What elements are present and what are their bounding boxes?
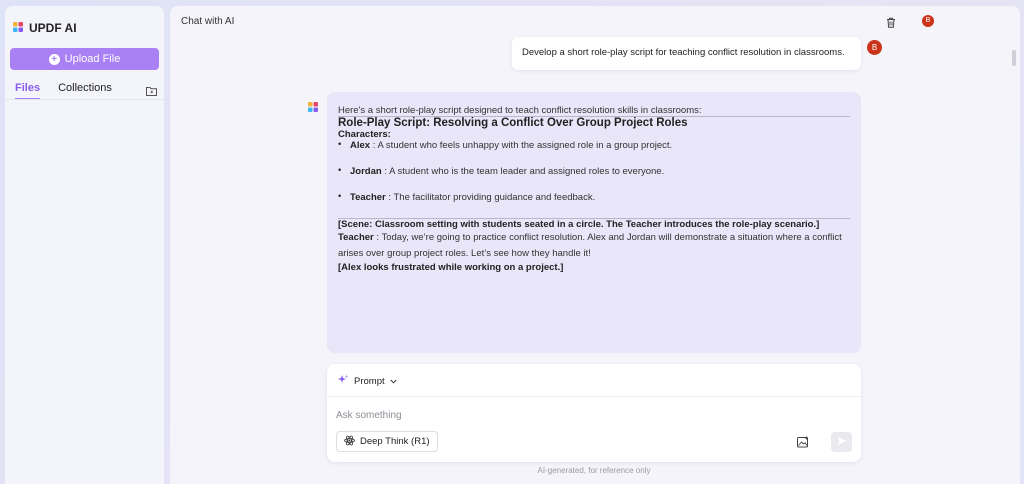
- list-item: Teacher : The facilitator providing guid…: [338, 191, 850, 203]
- chevron-down-icon: [390, 376, 397, 387]
- brand: UPDF AI: [13, 19, 77, 37]
- deep-think-button[interactable]: Deep Think (R1): [336, 431, 438, 452]
- characters-list: Alex : A student who feels unhappy with …: [338, 139, 850, 203]
- script-heading: Role-Play Script: Resolving a Conflict O…: [338, 117, 688, 129]
- sparkle-icon: [338, 374, 349, 388]
- sidebar: UPDF AI + Upload File Files Collections: [5, 6, 164, 484]
- atom-icon: [344, 435, 355, 449]
- character-desc: : A student who feels unhappy with the a…: [370, 140, 673, 151]
- character-name: Jordan: [350, 166, 382, 177]
- trash-icon[interactable]: [886, 15, 896, 33]
- send-button[interactable]: [831, 432, 852, 452]
- scrollbar[interactable]: [1012, 50, 1016, 66]
- chat-panel: Chat with AI B Develop a short role-play…: [170, 6, 1020, 484]
- user-avatar[interactable]: B: [922, 15, 934, 27]
- updf-logo-icon: [13, 19, 23, 37]
- sidebar-tabs: Files Collections: [15, 82, 130, 100]
- list-item: Alex : A student who feels unhappy with …: [338, 139, 850, 151]
- ai-intro: Here's a short role-play script designed…: [338, 105, 702, 116]
- dialogue-text: : Today, we’re going to practice conflic…: [338, 232, 842, 259]
- upload-file-button[interactable]: + Upload File: [10, 48, 159, 70]
- upload-file-label: Upload File: [64, 53, 121, 65]
- image-upload-icon[interactable]: [797, 435, 810, 453]
- characters-label: Characters:: [338, 129, 391, 140]
- stage-direction: [Alex looks frustrated while working on …: [338, 262, 564, 273]
- tab-files[interactable]: Files: [15, 82, 41, 100]
- character-desc: : The facilitator providing guidance and…: [385, 192, 596, 203]
- plus-icon: +: [48, 53, 60, 65]
- sidebar-divider: [5, 99, 164, 100]
- teacher-line: Teacher : Today, we’re going to practice…: [338, 230, 850, 262]
- page-title: Chat with AI: [181, 16, 235, 27]
- disclaimer-text: AI-generated, for reference only: [537, 466, 651, 475]
- scene-direction: [Scene: Classroom setting with students …: [338, 219, 820, 230]
- message-avatar: B: [867, 40, 882, 55]
- user-message: Develop a short role-play script for tea…: [512, 37, 861, 70]
- ai-message: Here's a short role-play script designed…: [327, 92, 861, 353]
- character-name: Teacher: [350, 192, 386, 203]
- deep-think-label: Deep Think (R1): [360, 436, 430, 447]
- prompt-label: Prompt: [354, 375, 385, 387]
- ask-input[interactable]: [336, 406, 836, 424]
- character-name: Alex: [350, 140, 371, 151]
- prompt-selector[interactable]: Prompt: [338, 374, 397, 388]
- tab-collections[interactable]: Collections: [58, 82, 112, 100]
- speaker-name: Teacher: [338, 232, 374, 243]
- brand-name: UPDF AI: [29, 21, 77, 35]
- send-icon: [837, 433, 847, 451]
- character-desc: : A student who is the team leader and a…: [381, 166, 665, 177]
- ai-logo-icon: [308, 99, 318, 117]
- list-item: Jordan : A student who is the team leade…: [338, 165, 850, 177]
- composer-divider: [327, 396, 861, 397]
- composer: Prompt Deep Think (R1): [327, 364, 861, 462]
